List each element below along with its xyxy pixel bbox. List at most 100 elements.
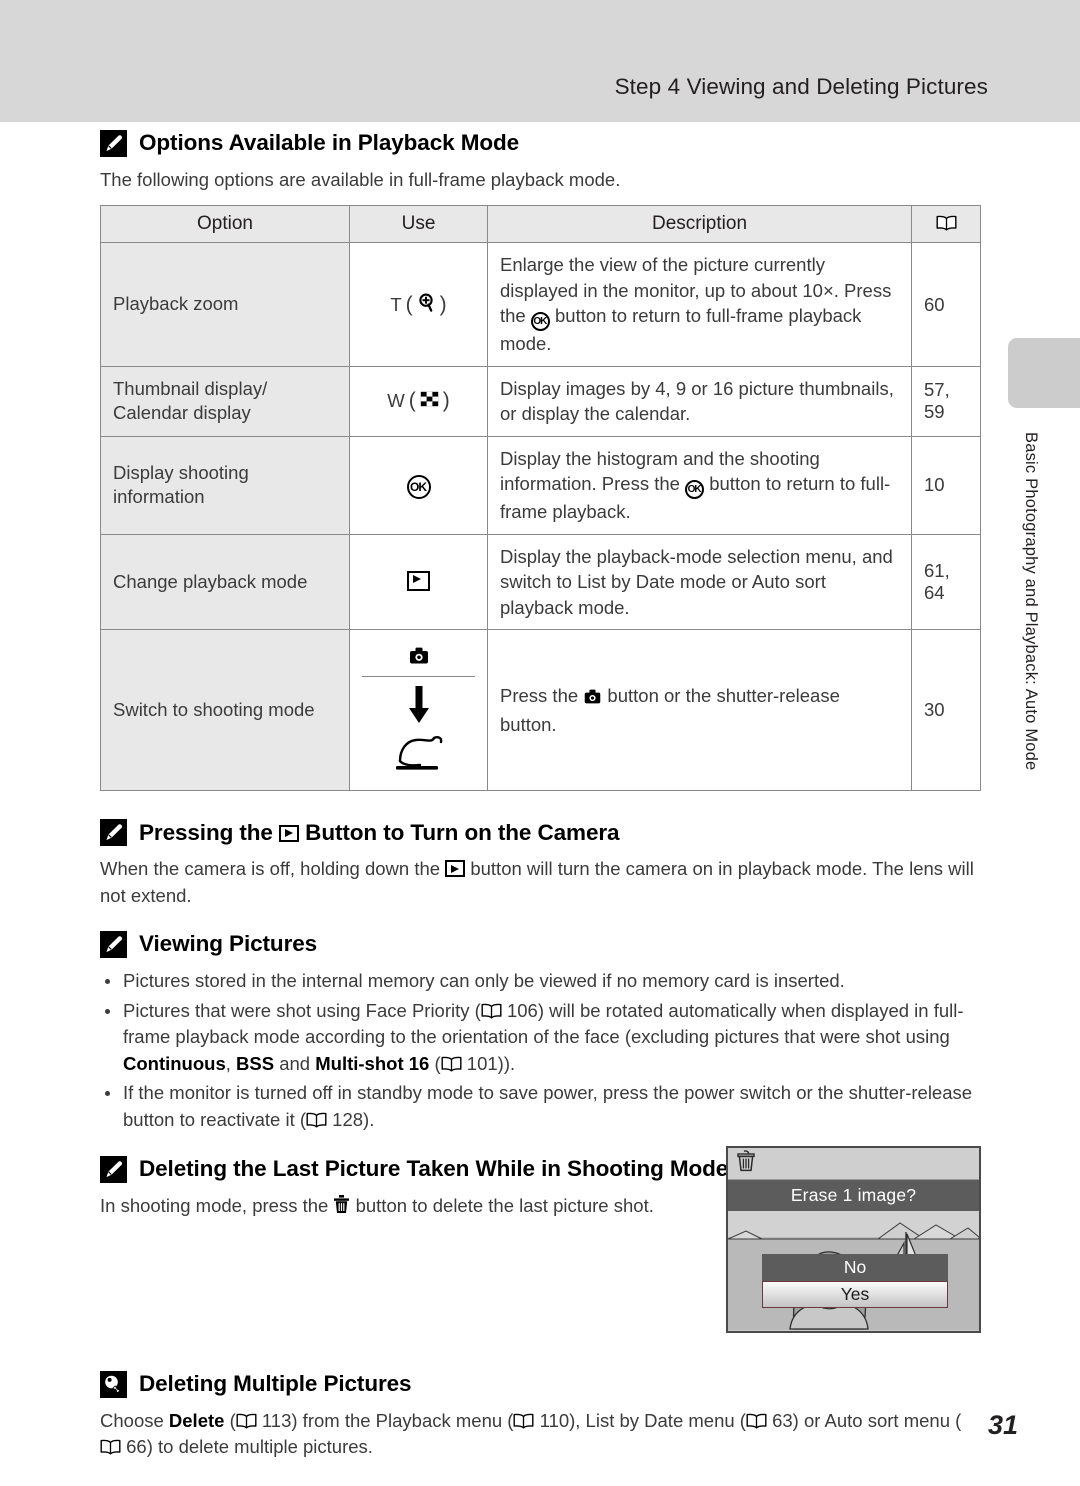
bullet-text: 128). [327,1109,375,1131]
row-description-playback-zoom: Enlarge the view of the picture currentl… [487,242,912,367]
bullet-text: , [225,1052,237,1074]
body-part-text: Choose [100,1409,169,1431]
table-body: Playback zoom T ( ) Enlarge the view of … [100,242,981,792]
book-icon [936,215,957,231]
wide-zoom-label: W [387,390,405,412]
body-bold-delete: Delete [168,1409,225,1431]
table-row: Playback zoom T ( ) Enlarge the view of … [100,242,981,367]
title-part-after: Button to Turn on the Camera [305,819,620,845]
camera-monitor-illustration: Erase 1 image? No Yes [726,1146,981,1333]
table-header-row: Option Use Description [100,205,981,244]
body-part-text: 66) to delete multiple pictures. [121,1436,373,1458]
lcd-confirm-choices: No Yes [762,1254,948,1308]
lcd-option-no[interactable]: No [762,1254,948,1281]
row-use-thumbnail-display: W ( ) [349,365,488,437]
playback-button-icon [279,824,300,842]
viewing-pictures-bullets: Pictures stored in the internal memory c… [100,968,980,1134]
table-header-option: Option [100,205,350,244]
delete-last-body: In shooting mode, press the button to de… [100,1193,700,1219]
row-page-change-playback-mode: 61, 64 [911,533,981,631]
page-header-title: Step 4 Viewing and Deleting Pictures [614,74,988,99]
bullet-text: Pictures that were shot using Face Prior… [123,999,481,1021]
body-part-before: In shooting mode, press the [100,1194,329,1216]
book-icon [100,1436,121,1455]
section-heading-press-play: Pressing the Button to Turn on the Camer… [100,819,980,847]
bullet-text: If the monitor is turned off in standby … [123,1082,973,1131]
chapter-side-tab-label: Basic Photography and Playback: Auto Mod… [1022,432,1040,771]
page-number: 31 [988,1410,1019,1440]
bullet-text: 101)). [461,1052,516,1074]
use-split-top [362,639,475,678]
section-title-delete-last: Deleting the Last Picture Taken While in… [139,1155,729,1181]
row-page-display-shooting-info: 10 [911,435,981,535]
body-part-text: 110), List by Date menu ( [534,1409,746,1431]
row-description-thumbnail-display: Display images by 4, 9 or 16 picture thu… [487,365,912,437]
section-title-press-play: Pressing the Button to Turn on the Camer… [139,819,620,846]
lightbulb-tip-icon [100,1370,127,1398]
lcd-photo-preview: No Yes [728,1211,979,1330]
table-row: Display shooting information OK Display … [100,435,981,535]
desc-part-text: Press the [500,685,584,707]
options-intro-text: The following options are available in f… [100,169,621,190]
playback-options-table: Option Use Description Playback zoom T (… [100,205,981,792]
row-option-display-shooting-info: Display shooting information [100,435,350,535]
section-heading-delete-multiple: Deleting Multiple Pictures [100,1370,980,1398]
row-page-playback-zoom: 60 [911,242,981,367]
bullet-text: ( [429,1052,441,1074]
pencil-note-icon [100,930,127,958]
lcd-confirm-title: Erase 1 image? [728,1180,979,1211]
section-title-viewing-pictures: Viewing Pictures [139,931,318,957]
section-title-delete-multiple: Deleting Multiple Pictures [139,1371,412,1397]
shutter-release-illustration [390,732,448,777]
row-description-switch-to-shooting-mode: Press the button or the shutter-release … [487,629,912,792]
table-row: Thumbnail display/ Calendar display W ( [100,365,981,437]
row-use-display-shooting-info: OK [349,435,488,535]
row-use-switch-to-shooting-mode [349,629,488,792]
section-heading-viewing-pictures: Viewing Pictures [100,930,980,958]
playback-button-icon [407,570,430,591]
body-part-text: 113) from the Playback menu ( [256,1409,514,1431]
bullet-bold-continuous: Continuous [123,1052,226,1074]
book-icon [746,1410,767,1429]
ok-button-icon: OK [685,480,705,500]
pencil-note-icon [100,819,127,847]
table-row: Change playback mode Display the playbac… [100,533,981,631]
bullet-bold-multishot: Multi-shot 16 [315,1052,430,1074]
ok-button-icon: OK [406,474,431,499]
row-description-change-playback-mode: Display the playback-mode selection menu… [487,533,912,631]
press-play-body: When the camera is off, holding down the… [100,856,980,909]
table-header-use: Use [349,205,488,244]
table-row: Switch to shooting mode Press the button… [100,629,981,792]
list-item: If the monitor is turned off in standby … [100,1080,980,1133]
chapter-side-tab [1008,338,1080,408]
list-item: Pictures stored in the internal memory c… [100,968,980,995]
down-arrow-icon [407,685,431,730]
body-part-text: 63) or Auto sort menu ( [766,1409,962,1431]
row-use-playback-zoom: T ( ) [349,242,488,367]
book-icon [513,1410,534,1429]
table-header-page-reference [911,205,981,244]
trash-icon [333,1194,350,1214]
thumbnail-grid-icon [420,390,439,412]
table-header-description: Description [487,205,912,244]
ok-button-icon: OK [530,312,550,332]
use-split-bottom [362,677,475,781]
magnifier-icon [417,292,436,318]
body-part-before: When the camera is off, holding down the [100,858,441,880]
desc-part-text: button to return to full-frame playback … [500,305,862,355]
bullet-text: and [274,1052,316,1074]
book-icon [306,1109,327,1128]
row-description-display-shooting-info: Display the histogram and the shooting i… [487,435,912,535]
bullet-text: Pictures stored in the internal memory c… [123,969,845,991]
lcd-top-bar [728,1148,979,1180]
trash-icon [736,1150,756,1177]
camera-button-icon [408,646,430,670]
row-option-playback-zoom: Playback zoom [100,242,350,367]
book-icon [236,1410,257,1429]
section-heading-options: Options Available in Playback Mode [100,130,980,157]
bullet-bold-bss: BSS [236,1052,275,1074]
row-page-switch-to-shooting-mode: 30 [911,629,981,792]
lcd-option-yes[interactable]: Yes [762,1281,948,1308]
row-option-thumbnail-display: Thumbnail display/ Calendar display [100,365,350,437]
pencil-note-icon [100,1155,127,1183]
